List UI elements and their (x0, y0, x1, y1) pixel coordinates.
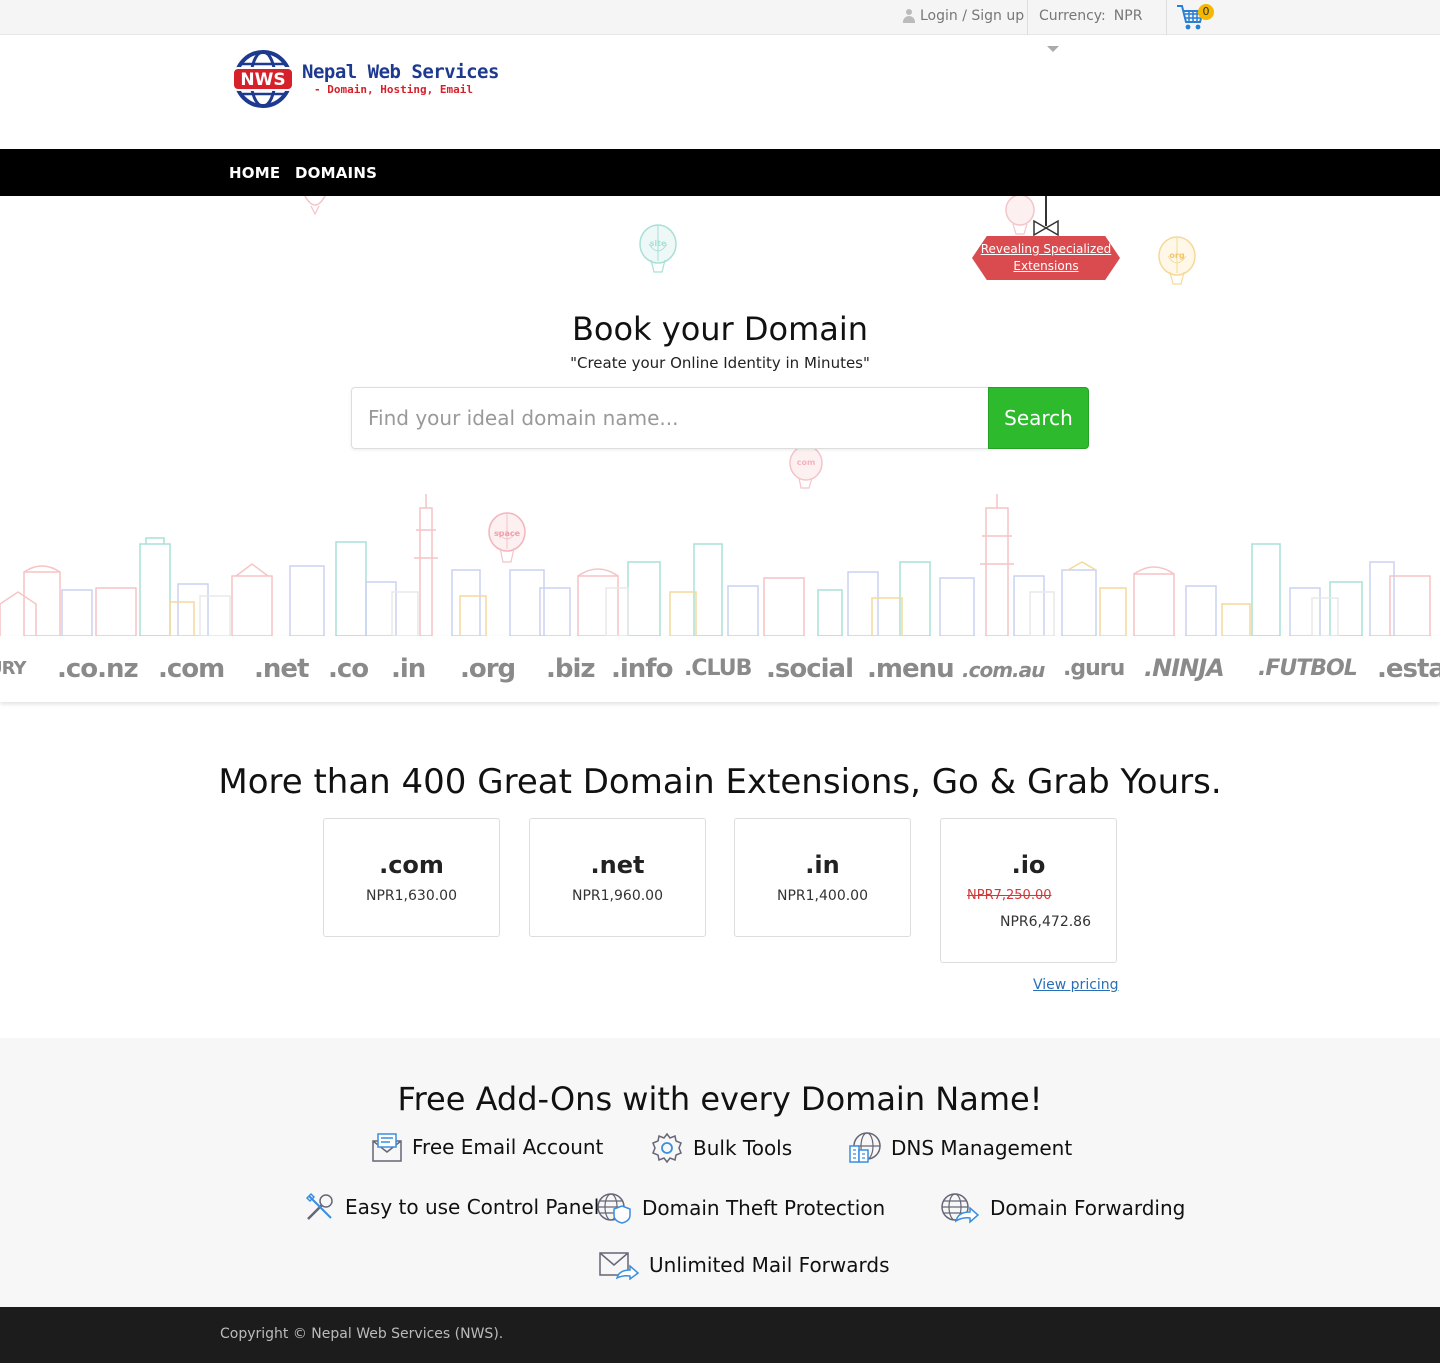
addon-label: Domain Forwarding (990, 1196, 1186, 1220)
tools-icon (305, 1192, 333, 1220)
footer: Copyright © Nepal Web Services (NWS). (0, 1307, 1440, 1363)
tld-logo: .biz (546, 654, 596, 684)
user-icon (903, 9, 915, 23)
addon-label: Easy to use Control Panel (345, 1195, 600, 1219)
card-price: NPR1,400.00 (777, 888, 868, 904)
shield-globe-icon (597, 1193, 631, 1224)
tld-logo: .estat (1377, 654, 1440, 684)
currency-label: Currency: (1039, 8, 1106, 24)
tld-logo: .org (460, 654, 516, 684)
copyright-text: Copyright © Nepal Web Services (NWS). (220, 1326, 504, 1342)
city-skyline-illustration (0, 494, 1431, 636)
addons-section: Free Add-Ons with every Domain Name! Fre… (0, 1038, 1440, 1307)
card-old-price: NPR7,250.00 (967, 888, 1052, 903)
top-bar: Login / Sign up Currency: NPR 0 (0, 0, 1440, 35)
addon-label: Free Email Account (412, 1135, 604, 1159)
tld-logo: .menu (867, 654, 955, 684)
balloon-icon: org (1158, 236, 1196, 285)
tld-logo: .in (391, 654, 426, 684)
card-tld: .com (379, 851, 444, 879)
nav-item-home[interactable]: HOME (229, 164, 280, 182)
tld-price-card[interactable]: .com NPR1,630.00 (323, 818, 500, 937)
tld-logo: .net (254, 654, 309, 684)
globe-forward-icon (941, 1193, 980, 1224)
tld-logo: .info (611, 654, 673, 684)
cart-button[interactable]: 0 (1176, 3, 1216, 33)
addon-label: Bulk Tools (693, 1136, 793, 1160)
login-signup-link[interactable]: Login / Sign up (903, 8, 1024, 24)
card-tld: .in (805, 851, 840, 879)
main-nav: HOME DOMAINS (0, 149, 1440, 196)
login-label: Login / Sign up (920, 8, 1025, 24)
logo-badge-text: NWS (240, 70, 285, 90)
addon-item: DNS Management (849, 1132, 1072, 1164)
nws-globe-logo-icon: NWS (232, 50, 294, 108)
email-icon (372, 1133, 402, 1162)
card-sale-price: NPR6,472.86 (1000, 914, 1091, 930)
addon-item: Domain Theft Protection (596, 1192, 885, 1224)
tld-logo-partial: URY (0, 658, 27, 679)
addons-title: Free Add-Ons with every Domain Name! (397, 1080, 1043, 1118)
tld-price-card[interactable]: .in NPR1,400.00 (734, 818, 911, 937)
addon-label: Domain Theft Protection (642, 1196, 886, 1220)
addon-item: Domain Forwarding (940, 1192, 1185, 1224)
balloon-icon: com (789, 446, 823, 489)
tld-logo: .co.nz (57, 654, 139, 684)
chevron-down-icon[interactable] (1047, 46, 1059, 52)
specialized-extensions-ribbon[interactable]: Revealing Specialized Extensions (972, 236, 1120, 280)
tld-logo: .guru (1063, 656, 1125, 681)
addon-item: Free Email Account (372, 1132, 603, 1162)
divider (1027, 0, 1028, 35)
tld-logo-carousel: URY .co.nz .com .net .co .in .org .biz .… (0, 636, 1440, 702)
addon-label: Unlimited Mail Forwards (649, 1253, 890, 1277)
tld-logo: .social (766, 654, 854, 684)
card-tld: .net (590, 851, 645, 879)
tld-logo: .FUTBOL (1258, 656, 1358, 681)
site-logo[interactable]: NWS Nepal Web Services - Domain, Hosting… (232, 48, 512, 110)
dns-icon (849, 1132, 881, 1163)
bow-icon (1033, 219, 1059, 237)
nav-item-domains[interactable]: DOMAINS (295, 164, 377, 182)
addon-item: Easy to use Control Panel (305, 1192, 599, 1222)
mail-forward-icon (599, 1252, 639, 1280)
hero-title: Book your Domain (571, 310, 869, 348)
currency-value: NPR (1113, 8, 1143, 24)
tld-price-card[interactable]: .io NPR7,250.00 NPR6,472.86 (940, 818, 1117, 963)
balloon-label: com (797, 458, 816, 467)
addon-item: Unlimited Mail Forwards (599, 1250, 890, 1280)
divider (1166, 0, 1167, 35)
tld-logo: .com.au (962, 658, 1045, 682)
balloon-icon: site (639, 224, 677, 273)
extensions-title: More than 400 Great Domain Extensions, G… (218, 762, 1222, 802)
card-tld: .io (1011, 851, 1046, 879)
hero-section: site org com space Revealing Specialized… (0, 196, 1440, 636)
tld-logo: .CLUB (684, 656, 752, 681)
cart-count-badge: 0 (1198, 4, 1214, 20)
balloon-icon (304, 196, 326, 216)
tld-price-card[interactable]: .net NPR1,960.00 (529, 818, 706, 937)
view-pricing-link[interactable]: View pricing (1033, 977, 1119, 993)
hero-subtitle: "Create your Online Identity in Minutes" (570, 354, 870, 372)
tld-logo: .com (158, 654, 225, 684)
search-button[interactable]: Search (988, 387, 1089, 449)
logo-subtitle: - Domain, Hosting, Email (314, 83, 473, 96)
addon-item: Bulk Tools (651, 1132, 792, 1164)
addon-label: DNS Management (891, 1136, 1073, 1160)
card-price: NPR1,960.00 (572, 888, 663, 904)
tld-logo: .co (328, 654, 369, 684)
gear-icon (652, 1132, 682, 1164)
currency-selector[interactable]: Currency: NPR (1039, 8, 1142, 24)
card-price: NPR1,630.00 (366, 888, 457, 904)
tld-logo: .NINJA (1144, 654, 1225, 682)
balloon-label: org (1169, 251, 1184, 260)
balloon-label: site (650, 239, 667, 248)
domain-search-input[interactable] (351, 387, 988, 449)
logo-title: Nepal Web Services (302, 61, 499, 83)
